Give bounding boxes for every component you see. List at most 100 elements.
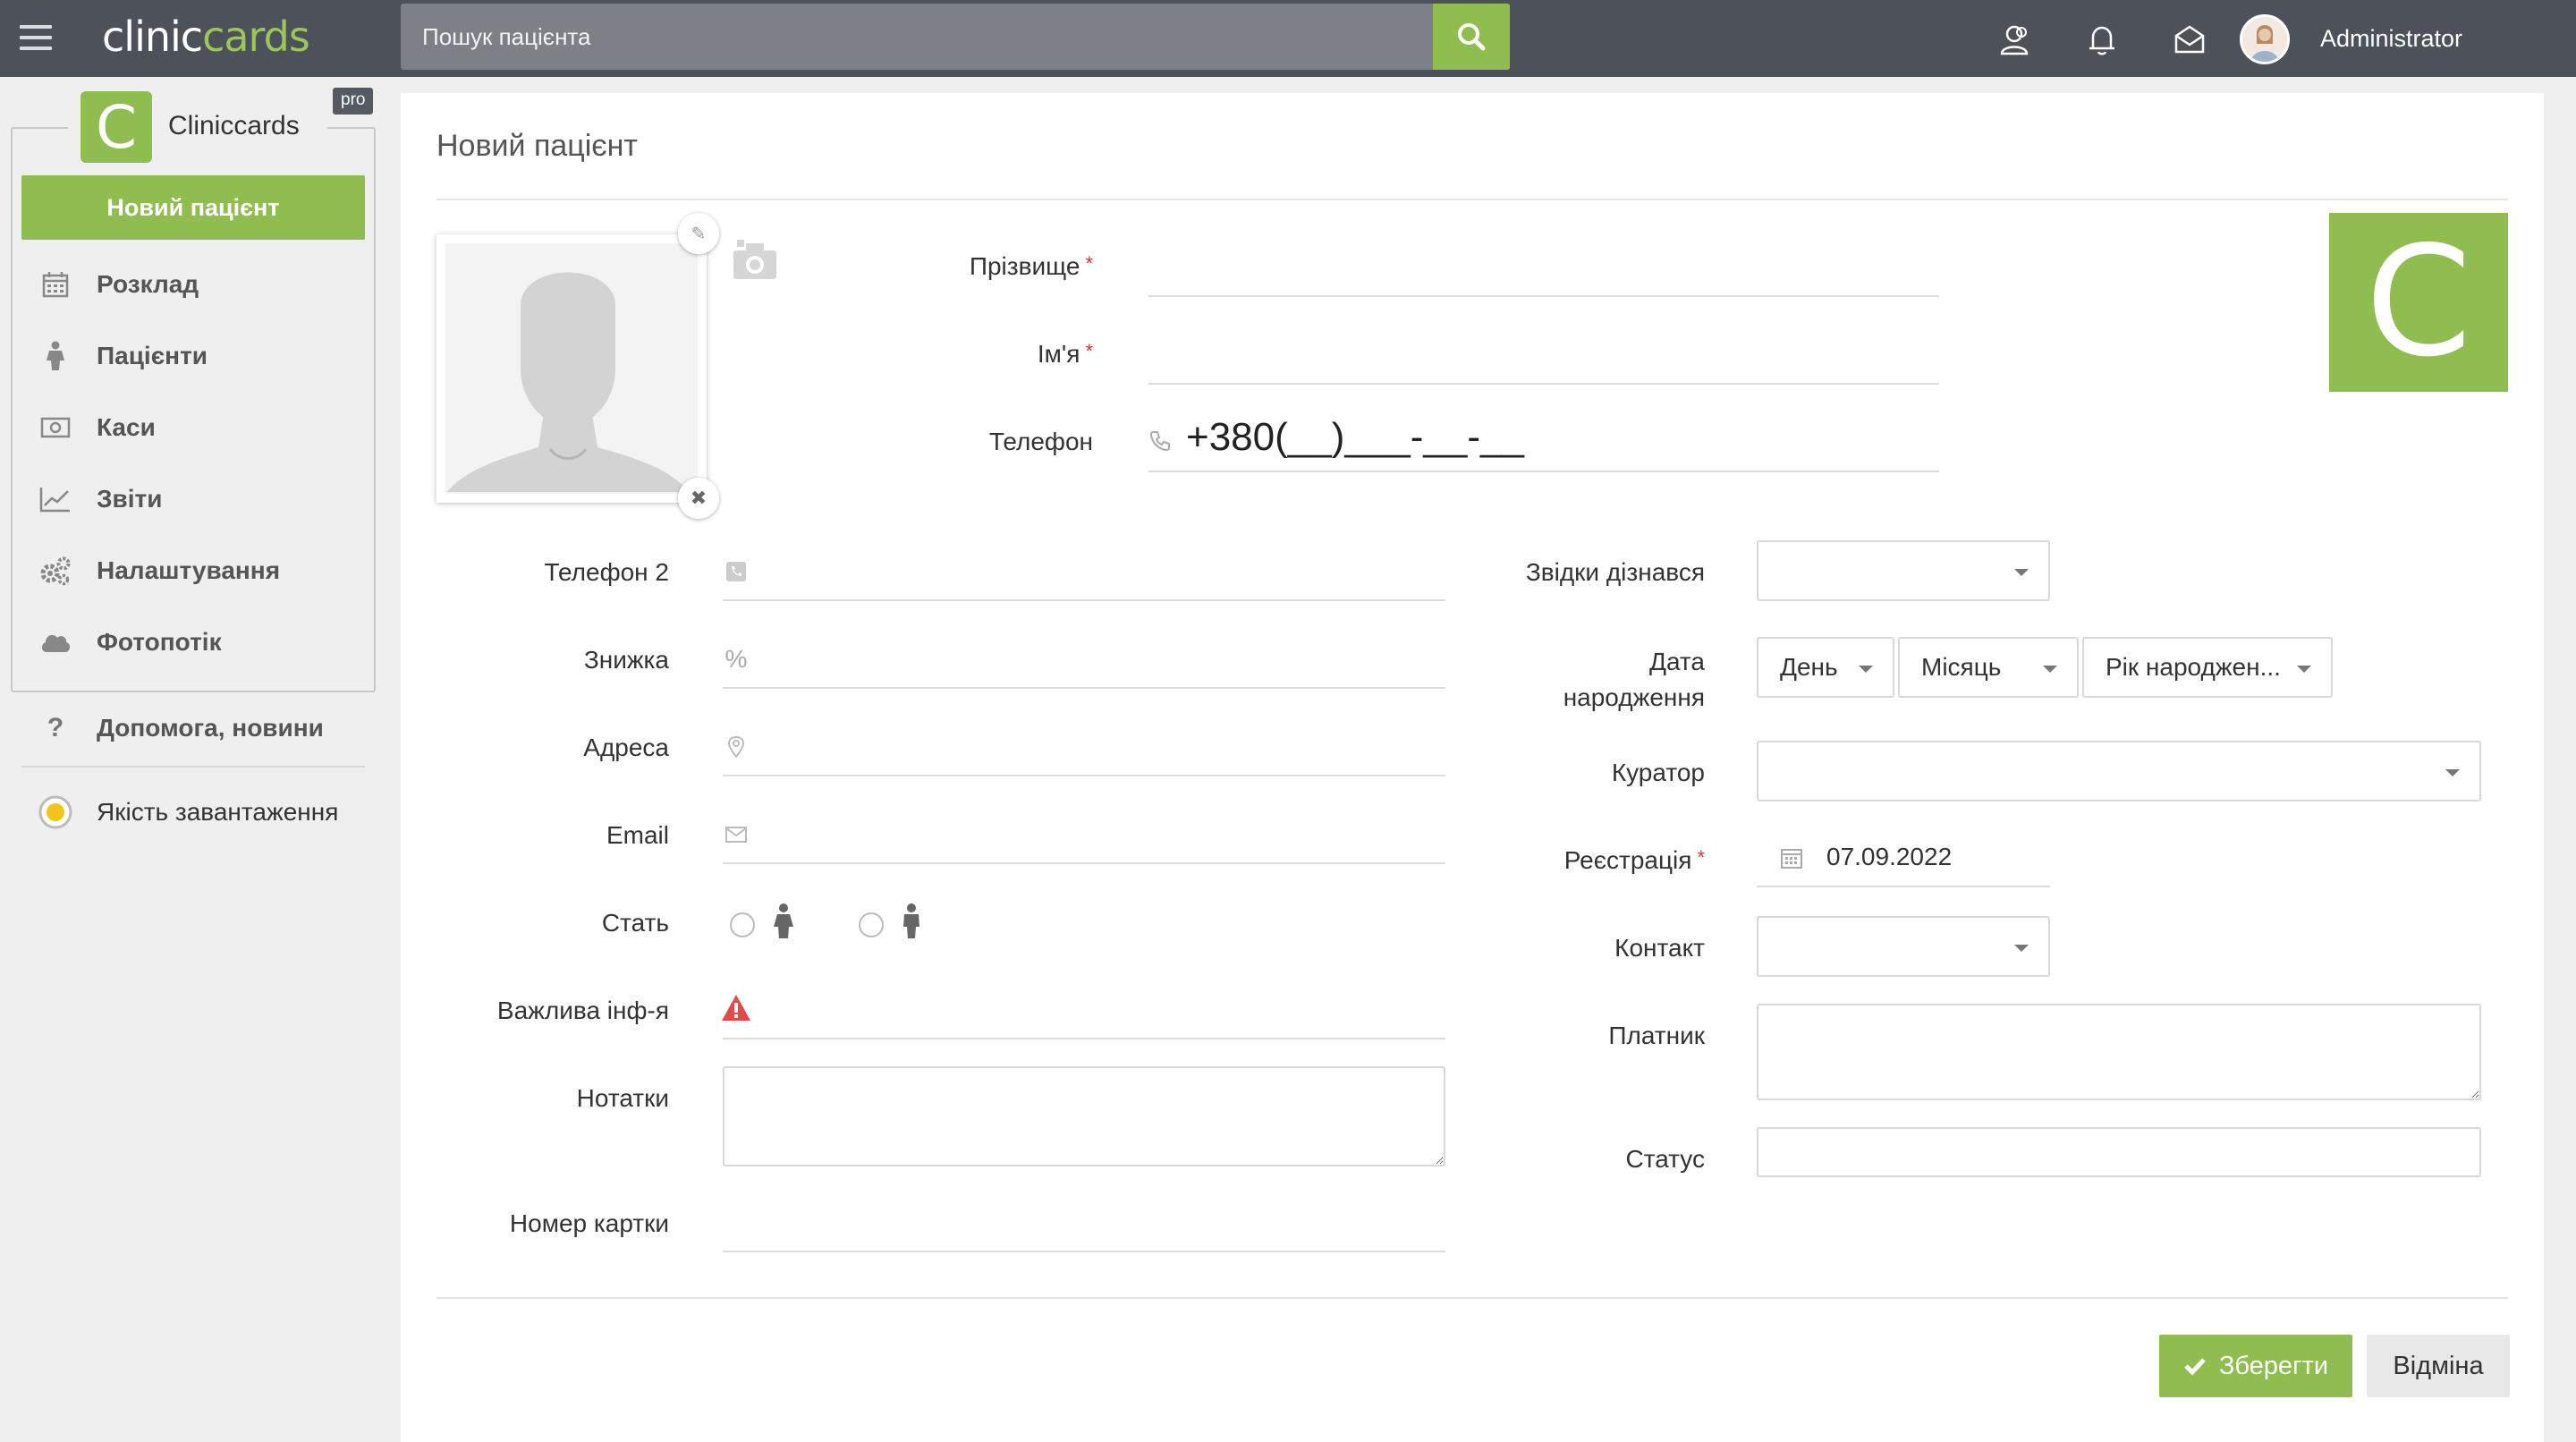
search-input[interactable]: [401, 4, 1433, 70]
mail-icon[interactable]: [2172, 21, 2207, 57]
sidebar-item-label: Налаштування: [97, 556, 281, 584]
sidebar-item-label: Допомога, новини: [97, 714, 324, 742]
phone-icon: [1149, 431, 1170, 452]
question-icon: ?: [47, 713, 64, 742]
status-input[interactable]: [1757, 1127, 2481, 1177]
map-pin-icon: [727, 735, 745, 759]
payer-textarea[interactable]: [1757, 1004, 2481, 1100]
email-underline: [723, 862, 1445, 864]
app-logo[interactable]: cliniccards: [102, 13, 310, 61]
required-mark: *: [1085, 340, 1093, 362]
name-underline: [1148, 383, 1939, 385]
address-underline: [723, 775, 1445, 776]
important-info-input[interactable]: [762, 989, 1442, 1034]
sidebar-item-cash[interactable]: Каси: [21, 395, 365, 460]
camera-icon[interactable]: [732, 238, 778, 281]
name-input[interactable]: [1148, 335, 1939, 379]
surname-label: Прізвище *: [859, 252, 1093, 281]
edit-photo-button[interactable]: ✎: [678, 213, 719, 254]
status-label: Статус: [1625, 1145, 1705, 1173]
registration-date-input[interactable]: 07.09.2022: [1826, 843, 2041, 878]
required-mark: *: [1697, 846, 1705, 869]
check-icon: [2184, 1358, 2206, 1376]
pro-badge: pro: [333, 88, 374, 115]
curator-label: Куратор: [1611, 759, 1705, 786]
new-patient-button[interactable]: Новий пацієнт: [21, 175, 365, 240]
cancel-button[interactable]: Відміна: [2367, 1335, 2510, 1397]
birth-year-select[interactable]: Рік народжен...: [2082, 637, 2333, 698]
card-number-input[interactable]: [723, 1202, 1445, 1247]
important-info-label: Важлива інф-я: [496, 997, 669, 1024]
phone-input[interactable]: +380(__)___-__-__: [1186, 415, 1937, 469]
logo-text-accent: cards: [202, 13, 310, 61]
name-label: Ім'я *: [859, 340, 1093, 369]
clinic-logo: C: [80, 91, 152, 163]
source-select[interactable]: [1757, 540, 2050, 601]
birth-day-select[interactable]: День: [1757, 637, 1894, 698]
sidebar-item-schedule[interactable]: Розклад: [21, 252, 365, 317]
remove-photo-button[interactable]: ✖: [678, 478, 719, 519]
card-number-underline: [723, 1251, 1445, 1252]
pencil-icon: ✎: [691, 224, 707, 244]
sidebar-item-help[interactable]: ? Допомога, новини: [21, 696, 365, 760]
discount-input[interactable]: [762, 639, 1442, 683]
surname-label-text: Прізвище: [969, 252, 1080, 280]
sidebar-item-upload-quality[interactable]: Якість завантаження: [21, 780, 365, 844]
female-icon: [774, 903, 793, 938]
patient-photo[interactable]: [436, 234, 707, 503]
phone-square-icon: [726, 562, 746, 581]
calendar-icon: [1781, 849, 1802, 869]
gender-male-radio[interactable]: [859, 912, 884, 937]
email-label: Email: [606, 821, 669, 849]
birth-month-value: Місяць: [1921, 653, 2002, 681]
users-icon[interactable]: [1996, 21, 2032, 57]
birth-month-select[interactable]: Місяць: [1898, 637, 2079, 698]
phone-underline: [1148, 471, 1939, 472]
registration-label-text: Реєстрація: [1563, 846, 1692, 874]
gears-icon: [40, 556, 71, 586]
envelope-icon: [725, 827, 747, 843]
surname-input[interactable]: [1148, 247, 1939, 292]
contact-select[interactable]: [1757, 916, 2050, 977]
search-button[interactable]: [1433, 4, 1510, 70]
sidebar-item-settings[interactable]: Налаштування: [21, 539, 365, 603]
chart-icon: [39, 488, 70, 513]
status-dot-icon: [38, 795, 72, 829]
page-title: Новий пацієнт: [436, 129, 639, 163]
save-button[interactable]: Зберегти: [2159, 1335, 2352, 1397]
gender-female-radio[interactable]: [730, 912, 755, 937]
sidebar-item-label: Якість завантаження: [97, 798, 339, 826]
notes-label: Нотатки: [576, 1084, 669, 1112]
email-input[interactable]: [762, 814, 1442, 859]
bell-icon[interactable]: [2084, 21, 2120, 57]
curator-select[interactable]: [1757, 741, 2481, 802]
avatar[interactable]: [2240, 14, 2290, 64]
phone-label: Телефон: [988, 428, 1093, 455]
sidebar-item-photostream[interactable]: Фотопотік: [21, 610, 365, 674]
sidebar-item-label: Розклад: [97, 270, 199, 298]
discount-label: Знижка: [583, 646, 669, 674]
warning-icon: [722, 995, 750, 1021]
address-input[interactable]: [762, 726, 1442, 771]
registration-label: Реєстрація *: [1467, 846, 1705, 875]
sidebar-item-patients[interactable]: Пацієнти: [21, 324, 365, 388]
sidebar-item-reports[interactable]: Звіти: [21, 467, 365, 531]
notes-textarea[interactable]: [723, 1066, 1445, 1166]
chevron-down-icon: [2014, 569, 2029, 576]
title-divider: [436, 199, 2508, 200]
important-info-underline: [723, 1038, 1445, 1039]
close-icon: ✖: [690, 487, 708, 509]
phone2-input[interactable]: [762, 551, 1442, 596]
patient-icon: [47, 341, 64, 370]
cash-icon: [40, 417, 71, 438]
discount-underline: [723, 687, 1445, 689]
chevron-down-icon: [2297, 666, 2311, 673]
chevron-down-icon: [1859, 666, 1873, 673]
user-name[interactable]: Administrator: [2320, 25, 2462, 53]
sidebar-item-label: Каси: [97, 413, 156, 441]
payer-label: Платник: [1608, 1022, 1705, 1049]
registration-underline: [1757, 886, 2050, 887]
hamburger-menu-icon[interactable]: [20, 25, 52, 50]
gender-label: Стать: [601, 909, 669, 937]
birth-label-line1: Дата: [1648, 648, 1705, 675]
